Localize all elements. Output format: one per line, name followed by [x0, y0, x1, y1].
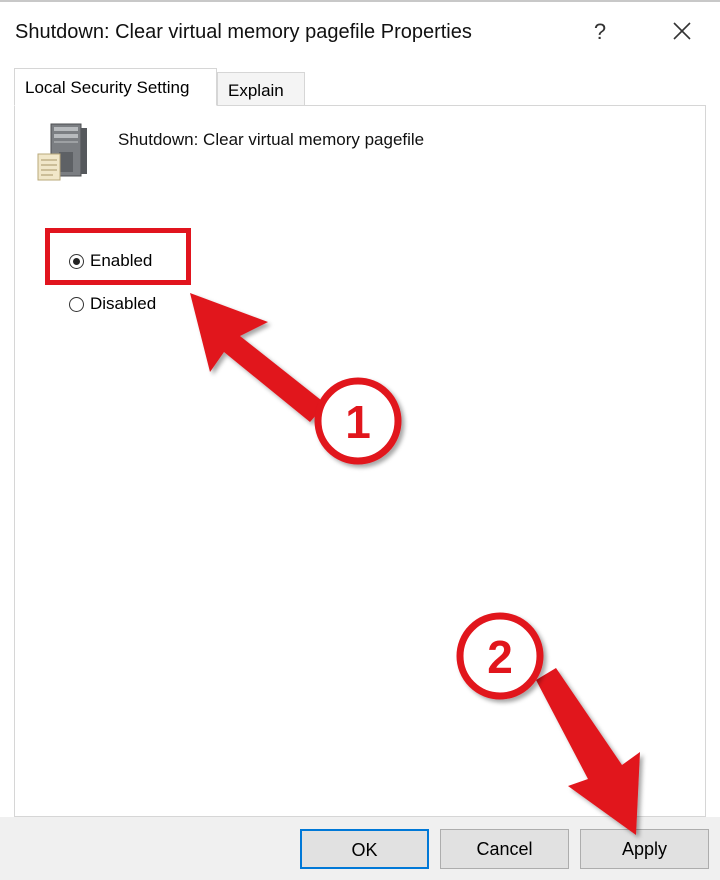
disabled-option[interactable]: Disabled	[69, 292, 156, 316]
tab-panel: Shutdown: Clear virtual memory pagefile …	[14, 105, 706, 817]
close-button[interactable]	[662, 14, 702, 50]
disabled-label: Disabled	[90, 294, 157, 313]
policy-name: Shutdown: Clear virtual memory pagefile	[118, 130, 425, 149]
tab-local-security-setting[interactable]: Local Security Setting	[14, 68, 217, 106]
help-button[interactable]: ?	[582, 14, 618, 50]
disabled-radio[interactable]	[69, 296, 84, 312]
help-label: ?	[593, 19, 607, 44]
properties-dialog: Shutdown: Clear virtual memory pagefile …	[0, 0, 720, 880]
server-icon	[37, 123, 87, 181]
title-bar: Shutdown: Clear virtual memory pagefile …	[0, 4, 720, 60]
tab-strip: Local Security Setting Explain	[14, 68, 704, 106]
window-title: Shutdown: Clear virtual memory pagefile …	[15, 21, 472, 43]
cancel-button[interactable]: Cancel	[440, 829, 569, 869]
apply-button[interactable]: Apply	[580, 829, 709, 869]
ok-button[interactable]: OK	[300, 829, 429, 869]
close-icon	[673, 22, 691, 40]
tab-explain[interactable]: Explain	[217, 72, 305, 106]
enabled-highlight-box	[45, 228, 191, 285]
